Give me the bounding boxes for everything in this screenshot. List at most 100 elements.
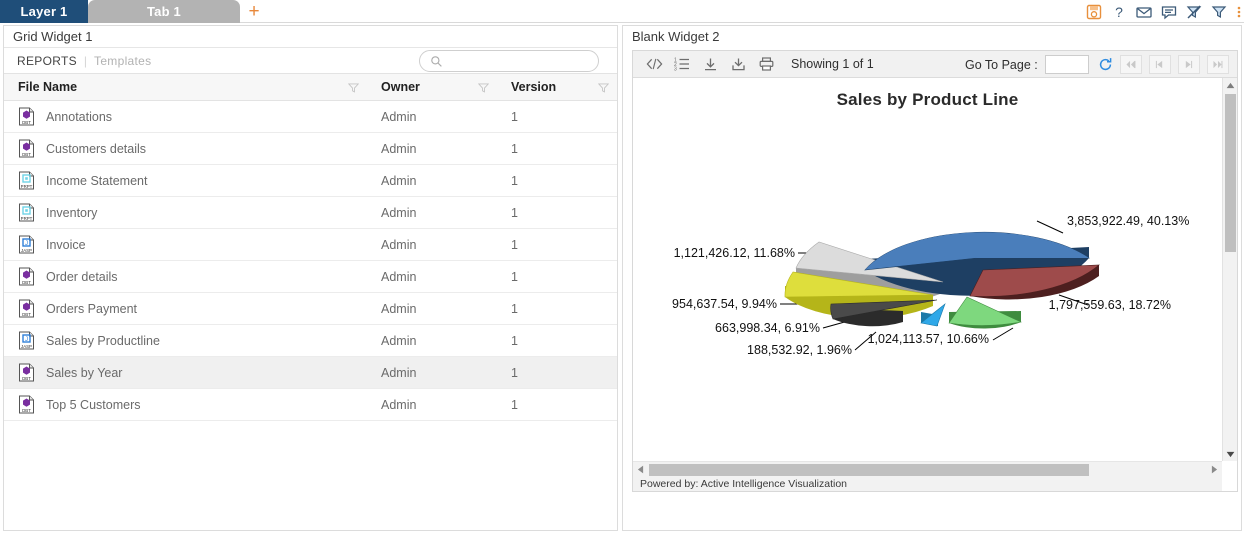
cell-version: 1 [497,324,617,357]
file-name-label: Sales by Productline [46,333,160,348]
pie-label-0: 3,853,922.49, 40.13% [1067,214,1189,228]
file-type-icon-dbt: DBT [18,107,35,126]
column-label-version: Version [511,80,557,94]
file-type-icon-jasp: J JASP [18,331,35,350]
svg-text:DBT: DBT [22,280,31,285]
file-type-icon-dbt: DBT [18,299,35,318]
tab-tab-1-label: Tab 1 [147,4,181,19]
tab-tab-1[interactable]: Tab 1 [88,0,240,23]
prev-page-button[interactable] [1148,55,1171,74]
cell-version: 1 [497,388,617,421]
filter-icon-file-name[interactable] [348,83,359,93]
next-page-button[interactable] [1177,55,1200,74]
powered-by-footer: Powered by: Active Intelligence Visualiz… [633,477,1222,491]
pie-label-3: 188,532.92, 1.96% [747,343,852,357]
table-row[interactable]: DBT Annotations Admin 1 [4,100,617,133]
filter-icon-version[interactable] [598,83,609,93]
file-type-icon-dbt: DBT [18,395,35,414]
cell-owner: Admin [367,100,497,133]
pie-label-1: 1,797,559.63, 18.72% [1049,298,1171,312]
download-icon[interactable] [696,52,724,76]
table-row[interactable]: DBT Customers details Admin 1 [4,132,617,165]
cell-file-name: DBT Customers details [4,132,367,165]
filter-icon[interactable] [1211,4,1227,20]
search-input[interactable] [448,54,588,68]
svg-text:DBT: DBT [22,312,31,317]
save-icon[interactable] [1086,4,1102,20]
mail-icon[interactable] [1136,4,1152,20]
svg-text:DBT: DBT [22,152,31,157]
first-page-button[interactable] [1119,55,1142,74]
file-type-icon-jasp: J JASP [18,235,35,254]
export-icon[interactable] [724,52,752,76]
scroll-left-arrow[interactable] [633,465,648,474]
go-to-page-input[interactable] [1044,55,1089,74]
file-type-icon-dbt: DBT [18,363,35,382]
cell-file-name: DBT Top 5 Customers [4,388,367,421]
scroll-up-arrow[interactable] [1223,78,1237,92]
viewer-toolbar: 123 Showing 1 of 1 Go To Page : [633,51,1237,78]
go-to-page-label: Go To Page : [965,57,1038,72]
table-row[interactable]: J JASP Invoice Admin 1 [4,228,617,261]
file-name-label: Orders Payment [46,301,138,316]
cell-file-name: DBT Orders Payment [4,292,367,325]
code-view-icon[interactable] [640,52,668,76]
pie-label-2: 1,024,113.57, 10.66% [868,332,989,346]
go-to-page-group: Go To Page : [965,55,1229,74]
cell-version: 1 [497,164,617,197]
svg-text:JASP: JASP [21,344,32,349]
table-row[interactable]: J JASP Sales by Productline Admin 1 [4,324,617,357]
table-row[interactable]: PRPT Inventory Admin 1 [4,196,617,229]
horizontal-scroll-thumb[interactable] [649,463,1089,476]
table-row[interactable]: DBT Orders Payment Admin 1 [4,292,617,325]
scroll-down-arrow[interactable] [1223,447,1238,461]
report-viewer: 123 Showing 1 of 1 Go To Page : Sales by… [632,50,1238,492]
cell-version: 1 [497,356,617,389]
cell-file-name: J JASP Invoice [4,228,367,261]
last-page-button[interactable] [1206,55,1229,74]
scroll-right-arrow[interactable] [1207,465,1222,474]
numbered-list-icon[interactable]: 123 [668,52,696,76]
pie-label-6: 1,121,426.12, 11.68% [674,246,795,260]
reports-table: File Name Owner Version DBT Annotations … [4,73,617,421]
add-tab-button[interactable]: + [243,0,265,23]
grid-subtab-bar: REPORTS | Templates [4,47,617,73]
reports-table-body: DBT Annotations Admin 1 DBT Customers de… [4,100,617,421]
chart-vertical-scrollbar[interactable] [1222,78,1237,461]
column-header-owner[interactable]: Owner [367,73,497,101]
cell-version: 1 [497,292,617,325]
cell-owner: Admin [367,164,497,197]
cell-file-name: DBT Sales by Year [4,356,367,389]
print-icon[interactable] [752,52,780,76]
file-type-icon-dbt: DBT [18,139,35,158]
tab-layer-1[interactable]: Layer 1 [0,0,88,23]
file-type-icon-dbt: DBT [18,267,35,286]
file-name-label: Order details [46,269,118,284]
subtab-reports[interactable]: REPORTS [17,54,77,68]
blank-widget-title: Blank Widget 2 [632,29,720,44]
filter-icon-owner[interactable] [478,83,489,93]
pie-label-5: 954,637.54, 9.94% [672,297,777,311]
help-icon[interactable]: ? [1111,4,1127,20]
clear-filter-icon[interactable] [1186,4,1202,20]
more-options-icon[interactable] [1236,4,1242,20]
comment-icon[interactable] [1161,4,1177,20]
blank-widget-panel: Blank Widget 2 123 Showing 1 of 1 Go To … [622,25,1242,531]
column-header-version[interactable]: Version [497,73,617,101]
column-header-file-name[interactable]: File Name [4,73,367,101]
cell-owner: Admin [367,388,497,421]
search-box[interactable] [419,50,599,72]
table-row[interactable]: DBT Order details Admin 1 [4,260,617,293]
vertical-scroll-thumb[interactable] [1225,94,1236,252]
svg-text:J: J [25,337,28,343]
chart-horizontal-scrollbar[interactable] [633,461,1222,477]
table-row[interactable]: DBT Sales by Year Admin 1 [4,356,617,389]
subtab-templates[interactable]: Templates [94,54,151,68]
cell-version: 1 [497,228,617,261]
svg-text:PRPT: PRPT [21,216,33,221]
table-row[interactable]: PRPT Income Statement Admin 1 [4,164,617,197]
refresh-icon[interactable] [1098,57,1113,72]
svg-text:?: ? [1115,4,1123,20]
table-row[interactable]: DBT Top 5 Customers Admin 1 [4,388,617,421]
cell-version: 1 [497,196,617,229]
